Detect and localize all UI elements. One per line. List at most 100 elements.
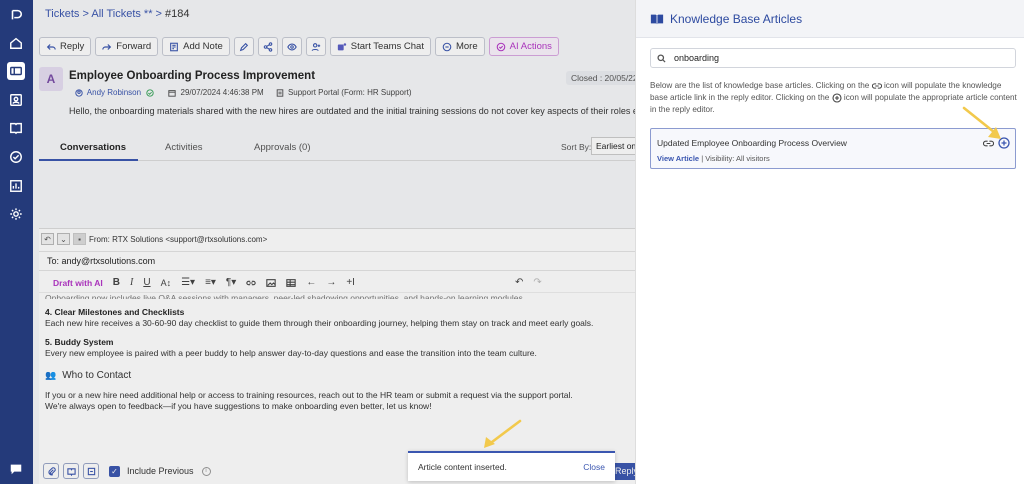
forward-button[interactable]: Forward <box>95 37 159 56</box>
from-row: ↶ ⌄ ▪ From: RTX Solutions <support@rtxso… <box>41 233 267 245</box>
add-note-button[interactable]: Add Note <box>162 37 230 56</box>
forward-label: Forward <box>116 41 152 52</box>
redo-button[interactable]: ↷ <box>533 277 541 288</box>
plus-circle-icon <box>832 93 842 103</box>
info-icon: i <box>201 466 211 476</box>
tab-approvals[interactable]: Approvals (0) <box>254 142 311 153</box>
more-button[interactable]: More <box>434 37 485 56</box>
search-icon <box>657 53 666 63</box>
breadcrumb: Tickets > All Tickets ** > #184 <box>45 8 190 20</box>
ticket-toolbar: Reply Forward Add Note Start Teams Chat <box>39 37 559 56</box>
outdent-button[interactable]: ← <box>306 277 316 288</box>
knowledge-base-icon[interactable] <box>7 119 25 137</box>
breadcrumb-link[interactable]: Tickets > All Tickets ** > <box>45 8 162 20</box>
canned-response-button[interactable] <box>83 463 99 479</box>
reply-body[interactable]: Onboarding now includes live Q&A session… <box>45 293 635 412</box>
toast-message: Article content inserted. <box>418 462 507 472</box>
insert-link-icon[interactable] <box>983 139 994 148</box>
toast-close-button[interactable]: Close <box>583 462 605 472</box>
include-previous-checkbox[interactable]: ✓ <box>109 465 120 477</box>
link-icon[interactable] <box>246 278 256 288</box>
breadcrumb-ticket-id: #184 <box>165 8 190 20</box>
share-icon <box>263 41 273 52</box>
paperclip-icon <box>47 466 56 475</box>
italic-button[interactable]: I <box>130 277 133 288</box>
view-article-link[interactable]: View Article <box>657 154 699 163</box>
format-toolbar: Draft with AI B I U A↕ ☰▾ ≡▾ ¶▾ ← → +I ↶… <box>39 273 635 293</box>
kb-search-box[interactable] <box>650 48 1016 68</box>
tab-activities[interactable]: Activities <box>165 142 202 153</box>
watch-button[interactable] <box>281 37 302 56</box>
calendar-icon <box>168 90 176 97</box>
contact-text-2: We're always open to feedback—if you hav… <box>45 401 432 411</box>
contacts-icon[interactable] <box>7 91 25 109</box>
people-icon: 👥 <box>45 370 57 380</box>
start-teams-chat-button[interactable]: Start Teams Chat <box>329 37 431 56</box>
teams-icon <box>337 42 346 50</box>
reply-button[interactable]: Reply <box>39 37 92 56</box>
indent-button[interactable]: → <box>326 277 336 288</box>
requester-name: Andy Robinson <box>86 88 142 97</box>
kb-article-meta: View Article | Visibility: All visitors <box>657 154 770 163</box>
toast-notification: Article content inserted. Close <box>408 451 615 481</box>
home-icon[interactable] <box>7 34 25 52</box>
settings-gear-icon[interactable] <box>7 205 25 223</box>
knowledge-base-panel: Knowledge Base Articles Below are the li… <box>635 0 1024 484</box>
ai-actions-button[interactable]: AI Actions <box>488 37 559 56</box>
reports-icon[interactable] <box>7 177 25 195</box>
insert-kb-button[interactable] <box>63 463 79 479</box>
contact-text-1: If you or a new hire need additional hel… <box>45 390 573 400</box>
horizontal-rule-button[interactable]: +I <box>346 277 355 288</box>
section-5-text: Every new employee is paired with a peer… <box>45 348 537 358</box>
tasks-check-icon[interactable] <box>7 148 25 166</box>
book-icon <box>66 467 76 476</box>
more-label: More <box>455 41 478 52</box>
ticket-title: Employee Onboarding Process Improvement <box>69 70 316 82</box>
kb-search-input[interactable] <box>674 53 974 63</box>
tab-conversations[interactable]: Conversations <box>60 142 126 153</box>
attach-button[interactable] <box>43 463 59 479</box>
logo-icon[interactable] <box>7 6 25 24</box>
contact-heading-text: Who to Contact <box>62 370 132 381</box>
sort-by-select[interactable]: Earliest on To <box>591 137 635 155</box>
panel-header: Knowledge Base Articles <box>636 0 1024 38</box>
draft-with-ai-button[interactable]: Draft with AI <box>53 278 103 288</box>
form-icon <box>276 89 283 97</box>
reply-mode-icon[interactable]: ↶ <box>41 233 54 245</box>
section-5-heading: 5. Buddy System <box>45 337 114 347</box>
font-size-button[interactable]: A↕ <box>161 278 172 288</box>
chevron-down-icon[interactable]: ⌄ <box>57 233 70 245</box>
bold-button[interactable]: B <box>113 277 120 288</box>
add-user-button[interactable] <box>305 37 326 56</box>
from-text: From: RTX Solutions <support@rtxsolution… <box>89 234 268 244</box>
numbered-list-button[interactable]: ☰▾ <box>181 277 195 288</box>
add-user-icon <box>311 42 320 51</box>
requester[interactable]: Andy Robinson <box>75 88 156 97</box>
active-tab-indicator <box>39 159 138 161</box>
table-icon[interactable] <box>286 278 297 288</box>
ticket-meta: Andy Robinson 29/07/2024 4:46:38 PM Supp… <box>75 88 412 97</box>
ai-sparkle-icon <box>496 42 505 51</box>
user-icon <box>75 89 83 97</box>
edit-button[interactable] <box>233 37 254 56</box>
image-icon[interactable] <box>266 278 277 288</box>
section-4-text: Each new hire receives a 30-60-90 day ch… <box>45 318 594 328</box>
tickets-icon[interactable] <box>7 62 25 80</box>
ticket-tabs: Conversations Activities Approvals (0) S… <box>39 137 635 161</box>
panel-title: Knowledge Base Articles <box>670 12 803 26</box>
insert-content-plus-icon[interactable] <box>998 137 1010 149</box>
undo-button[interactable]: ↶ <box>515 277 523 288</box>
underline-button[interactable]: U <box>143 277 150 288</box>
more-icon <box>442 42 452 51</box>
bullet-list-button[interactable]: ≡▾ <box>205 277 216 288</box>
chat-icon[interactable] <box>7 460 25 478</box>
ticket-source: Support Portal (Form: HR Support) <box>276 88 412 97</box>
ticket-description: Hello, the onboarding materials shared w… <box>69 106 635 116</box>
paragraph-button[interactable]: ¶▾ <box>226 277 236 288</box>
to-field[interactable]: To: andy@rtxsolutions.com <box>39 251 635 271</box>
sort-by-label: Sort By: <box>561 142 592 152</box>
kb-article-card: Updated Employee Onboarding Process Over… <box>650 128 1016 169</box>
share-button[interactable] <box>257 37 278 56</box>
template-icon <box>87 467 95 475</box>
ai-actions-label: AI Actions <box>509 41 552 52</box>
